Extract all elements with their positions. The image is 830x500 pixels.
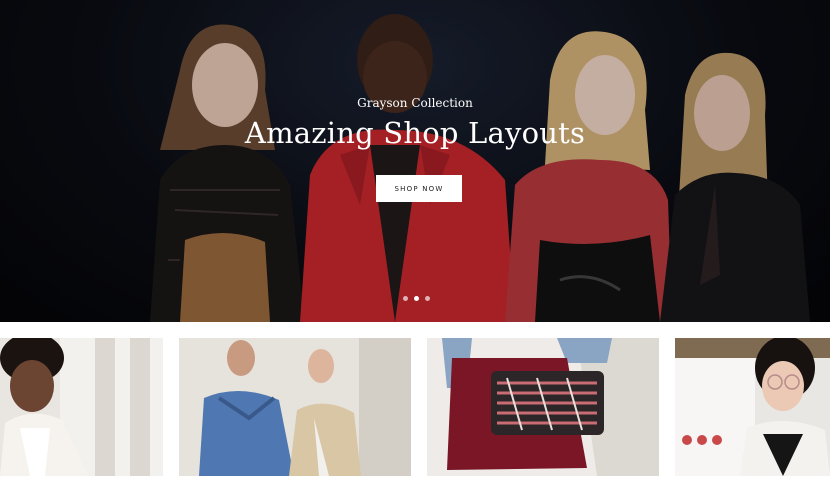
collection-label: Grayson Collection xyxy=(357,96,473,110)
category-tile-3[interactable] xyxy=(427,338,659,476)
category-tile-2[interactable] xyxy=(179,338,411,476)
category-tile-1[interactable] xyxy=(0,338,163,476)
hero-headline: Amazing Shop Layouts xyxy=(244,116,586,150)
category-tiles xyxy=(0,338,830,476)
tile-3-image xyxy=(427,338,659,476)
slider-dots xyxy=(403,296,430,301)
slider-dot-1[interactable] xyxy=(403,296,408,301)
category-tile-4[interactable] xyxy=(675,338,830,476)
slider-dot-3[interactable] xyxy=(425,296,430,301)
tile-4-image xyxy=(675,338,830,476)
shop-now-button[interactable]: SHOP NOW xyxy=(376,175,462,202)
slider-dot-2[interactable] xyxy=(414,296,419,301)
tile-1-image xyxy=(0,338,163,476)
hero-overlay xyxy=(0,0,830,322)
tile-2-image xyxy=(179,338,411,476)
hero-banner: Grayson Collection Amazing Shop Layouts … xyxy=(0,0,830,322)
